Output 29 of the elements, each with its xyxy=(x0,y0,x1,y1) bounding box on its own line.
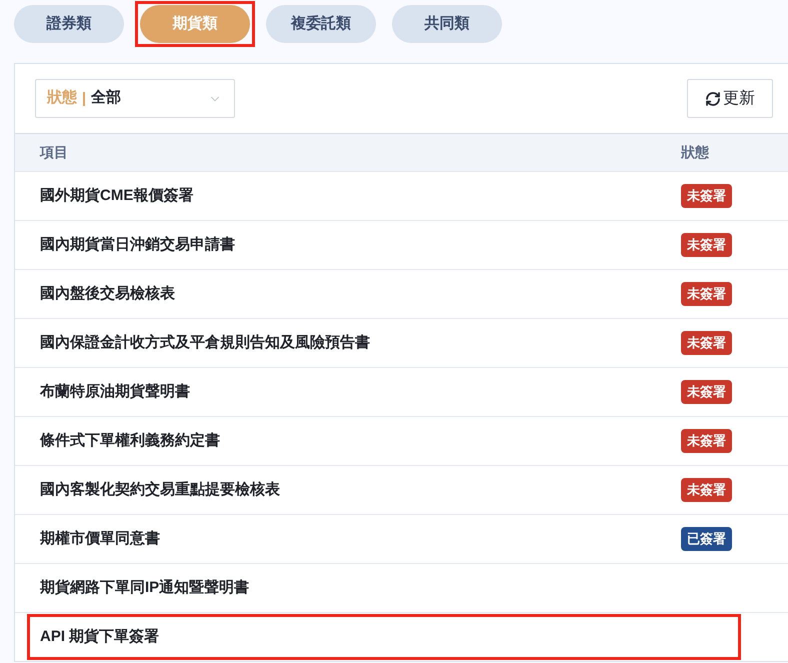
item-title: 國內期貨當日沖銷交易申請書 xyxy=(39,234,236,255)
refresh-button[interactable]: 更新 xyxy=(687,79,773,118)
status-badge: 未簽署 xyxy=(681,380,732,404)
status-badge: 未簽署 xyxy=(681,184,732,208)
column-header: 狀態 xyxy=(681,143,710,162)
category-tab[interactable]: 共同類 xyxy=(392,5,502,43)
column-header: 項目 xyxy=(38,143,69,162)
status-badge: 未簽署 xyxy=(681,478,732,502)
item-title: 條件式下單權利義務約定書 xyxy=(38,430,221,451)
item-title: 國外期貨CME報價簽署 xyxy=(39,186,194,206)
refresh-icon xyxy=(705,90,721,106)
filter-label: 狀態 xyxy=(47,88,77,108)
status-badge: 未簽署 xyxy=(681,233,732,257)
status-badge: 已簽署 xyxy=(681,527,732,551)
status-badge: 未簽署 xyxy=(681,331,732,355)
item-title: 布蘭特原油期貨聲明書 xyxy=(38,382,191,402)
category-tab[interactable]: 複委託類 xyxy=(266,5,376,43)
item-title: 國內盤後交易檢核表 xyxy=(39,284,176,304)
item-title: API 期貨下單簽署 xyxy=(39,626,160,647)
item-title: 國內客製化契約交易重點提要檢核表 xyxy=(39,480,281,500)
status-badge: 未簽署 xyxy=(681,429,732,453)
table-row[interactable]: API 期貨下單簽署 xyxy=(15,612,788,661)
item-title: 期貨網路下單同IP通知暨聲明書 xyxy=(39,578,250,598)
status-filter[interactable]: 狀態 全部 xyxy=(35,79,235,118)
item-title: 期權市價單同意書 xyxy=(39,528,161,549)
filter-value: 全部 xyxy=(91,88,121,108)
item-title: 國內保證金計收方式及平倉規則告知及風險預告書 xyxy=(39,332,371,353)
status-badge: 未簽署 xyxy=(681,282,732,306)
category-tab[interactable]: 證券類 xyxy=(14,5,124,43)
